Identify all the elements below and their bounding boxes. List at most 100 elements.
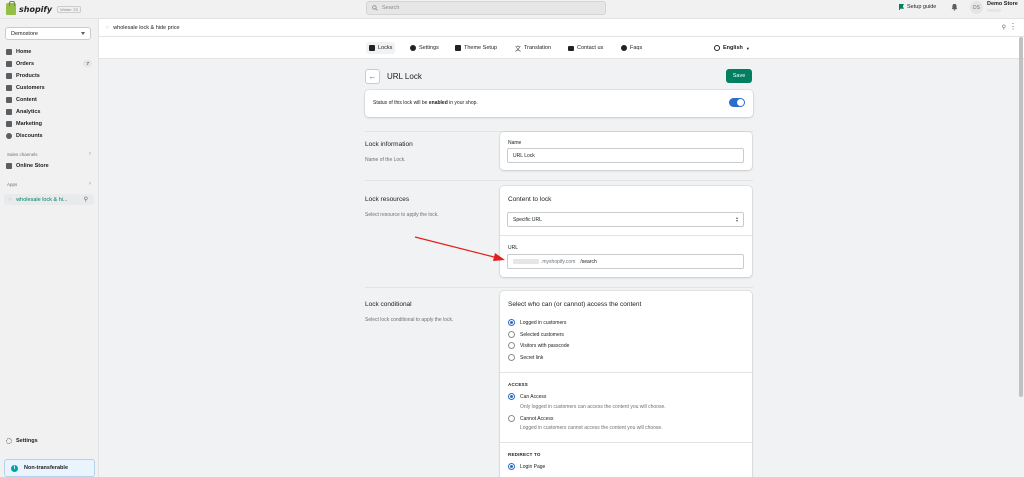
- app-navigation: Locks Settings Theme Setup 文 Translation…: [99, 37, 1024, 59]
- tag-icon: [6, 73, 12, 79]
- url-input[interactable]: .myshopify.com /search: [507, 254, 744, 269]
- status-prefix: Status of this lock will be: [373, 100, 429, 106]
- sidebar-item-customers[interactable]: Customers: [6, 83, 92, 93]
- bell-icon[interactable]: [951, 3, 958, 11]
- tab-settings[interactable]: Settings: [407, 42, 442, 54]
- setup-guide-button[interactable]: Setup guide: [899, 4, 936, 10]
- sidebar-item-analytics[interactable]: Analytics: [6, 107, 92, 117]
- sidebar-item-wholesale-app[interactable]: ⁘ wholesale lock & hi... ⚲: [4, 194, 94, 205]
- app-title: wholesale lock & hide price: [113, 24, 180, 31]
- scrollbar[interactable]: [1019, 37, 1023, 397]
- lock-resources-desc: Select resource to apply the lock.: [365, 212, 439, 218]
- lock-information-desc: Name of the Lock.: [365, 157, 406, 163]
- search-input[interactable]: Search: [366, 1, 606, 15]
- back-button[interactable]: ←: [365, 69, 380, 84]
- info-icon: i: [11, 464, 18, 472]
- status-suffix: in your shop.: [447, 100, 478, 106]
- tab-theme-setup[interactable]: Theme Setup: [452, 42, 500, 54]
- top-bar: shopify Winter '23 Search Setup guide DS…: [0, 0, 1024, 19]
- sidebar-item-settings[interactable]: Settings: [6, 438, 38, 444]
- redacted-subdomain: [513, 259, 539, 264]
- tab-faqs[interactable]: Faqs: [618, 42, 645, 54]
- person-icon: [6, 85, 12, 91]
- store-name[interactable]: Demo Store: [987, 1, 1018, 7]
- url-path: /search: [580, 258, 597, 265]
- app-bullet-icon: ⁘: [8, 196, 13, 203]
- non-transferable-label: Non-transferable: [24, 465, 69, 471]
- sidebar-item-home[interactable]: Home: [6, 47, 92, 57]
- radio-label: Cannot Access: [520, 415, 554, 422]
- content-type-select[interactable]: Specific URL ▴ ▾: [507, 212, 744, 227]
- radio-logged-in-customers[interactable]: Logged in customers: [508, 319, 566, 326]
- card-divider: [500, 235, 752, 236]
- url-label: URL: [508, 245, 519, 251]
- lock-information-title: Lock information: [365, 141, 413, 148]
- tab-locks[interactable]: Locks: [366, 42, 396, 54]
- mail-icon: [568, 45, 574, 51]
- select-arrows-icon: ▴ ▾: [735, 215, 738, 223]
- radio-secret-link[interactable]: Secret link: [508, 354, 543, 361]
- name-input[interactable]: URL Lock: [507, 148, 744, 163]
- language-label: English: [723, 45, 743, 51]
- sidebar-item-label: Discounts: [16, 133, 43, 139]
- sidebar-item-label: Analytics: [16, 109, 41, 115]
- cannot-access-help: Logged in customers cannot access the co…: [520, 425, 663, 431]
- shopify-logo[interactable]: shopify Winter '23: [6, 1, 82, 15]
- store-subtitle: [987, 8, 1003, 13]
- arrow-left-icon: ←: [368, 72, 377, 81]
- radio-cannot-access[interactable]: Cannot Access: [508, 415, 553, 422]
- sidebar-item-marketing[interactable]: Marketing: [6, 119, 92, 129]
- sidebar-item-label: Customers: [16, 85, 45, 91]
- pin-icon[interactable]: ⚲: [84, 196, 88, 203]
- sales-channels-header[interactable]: Sales channels ›: [7, 151, 91, 157]
- tab-translation[interactable]: 文 Translation: [512, 42, 554, 54]
- sidebar: Demostore Home Orders 7 Products Custome…: [0, 19, 99, 477]
- more-actions-icon[interactable]: ⋮: [1009, 22, 1017, 31]
- shopify-bag-icon: [6, 1, 16, 15]
- sidebar-item-content[interactable]: Content: [6, 95, 92, 105]
- radio-label: Can Access: [520, 393, 547, 400]
- tab-label: Contact us: [577, 45, 604, 51]
- sidebar-item-products[interactable]: Products: [6, 71, 92, 81]
- sidebar-item-label: Orders: [16, 61, 35, 67]
- question-icon: [621, 45, 627, 51]
- setup-guide-label: Setup guide: [907, 4, 937, 10]
- content-icon: [6, 97, 12, 103]
- tab-contact-us[interactable]: Contact us: [565, 42, 606, 54]
- status-toggle[interactable]: [729, 98, 745, 107]
- redirect-section-label: REDIRECT TO: [508, 452, 541, 457]
- edition-badge: Winter '23: [57, 5, 82, 13]
- lock-icon: [369, 45, 375, 51]
- flag-icon: [899, 4, 904, 10]
- radio-can-access[interactable]: Can Access: [508, 393, 546, 400]
- sidebar-item-label: wholesale lock & hi...: [16, 196, 68, 203]
- sidebar-item-discounts[interactable]: Discounts: [6, 131, 92, 141]
- avatar[interactable]: DS: [970, 1, 983, 14]
- radio-visitors-with-passcode[interactable]: Visitors with passcode: [508, 342, 569, 349]
- caret-down-icon: ▼: [745, 45, 750, 51]
- translate-icon: 文: [515, 46, 522, 53]
- radio-selected-customers[interactable]: Selected customers: [508, 331, 564, 338]
- save-button[interactable]: Save: [726, 69, 752, 83]
- radio-label: Selected customers: [520, 331, 564, 338]
- lock-information-card: Name URL Lock: [500, 132, 752, 170]
- radio-checked-icon: [508, 319, 515, 326]
- radio-icon: [508, 331, 515, 338]
- sidebar-item-orders[interactable]: Orders 7: [6, 59, 92, 69]
- pin-icon[interactable]: ⚲: [1002, 24, 1006, 31]
- language-selector[interactable]: English ▼: [714, 42, 750, 54]
- non-transferable-banner[interactable]: i Non-transferable: [4, 459, 95, 477]
- who-access-title: Select who can (or cannot) access the co…: [508, 301, 642, 308]
- lock-conditional-card: Select who can (or cannot) access the co…: [500, 291, 752, 477]
- store-selector[interactable]: Demostore: [5, 27, 91, 40]
- apps-header[interactable]: Apps ›: [7, 181, 91, 187]
- sidebar-item-label: Content: [16, 97, 37, 103]
- globe-icon: [714, 45, 720, 51]
- theme-icon: [455, 45, 461, 51]
- url-domain: .myshopify.com: [541, 258, 576, 265]
- can-access-help: Only logged in customers can access the …: [520, 404, 666, 410]
- sidebar-item-online-store[interactable]: Online Store: [6, 161, 92, 171]
- orders-count-badge: 7: [83, 60, 92, 67]
- home-icon: [6, 49, 12, 55]
- radio-login-page[interactable]: Login Page: [508, 463, 545, 470]
